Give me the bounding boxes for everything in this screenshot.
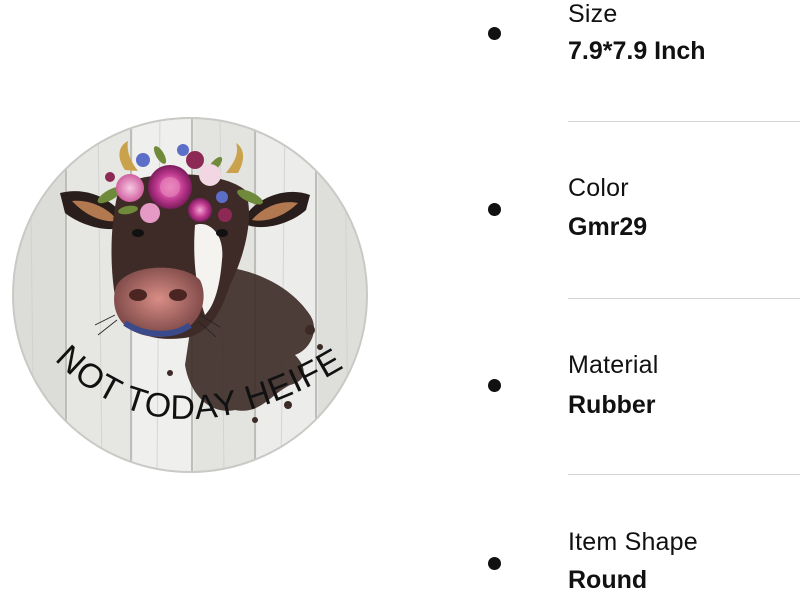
spec-value: Gmr29 [568,213,648,241]
divider [568,298,800,299]
spec-label: Size [568,0,618,28]
bullet-icon [488,27,501,40]
spec-label: Color [568,174,629,202]
divider [568,121,800,122]
mousepad-graphic: NOT TODAY HEIFER [10,115,368,473]
bullet-icon [488,379,501,392]
spec-value: Rubber [568,391,656,419]
bullet-icon [488,557,501,570]
bullet-icon [488,203,501,216]
spec-value: Round [568,566,648,594]
spec-label: Item Shape [568,528,698,556]
spec-value: 7.9*7.9 Inch [568,37,706,65]
spec-list: Size 7.9*7.9 Inch Color Gmr29 Material R… [470,0,800,595]
product-image: NOT TODAY HEIFER [10,115,370,475]
spec-label: Material [568,351,659,379]
divider [568,474,800,475]
